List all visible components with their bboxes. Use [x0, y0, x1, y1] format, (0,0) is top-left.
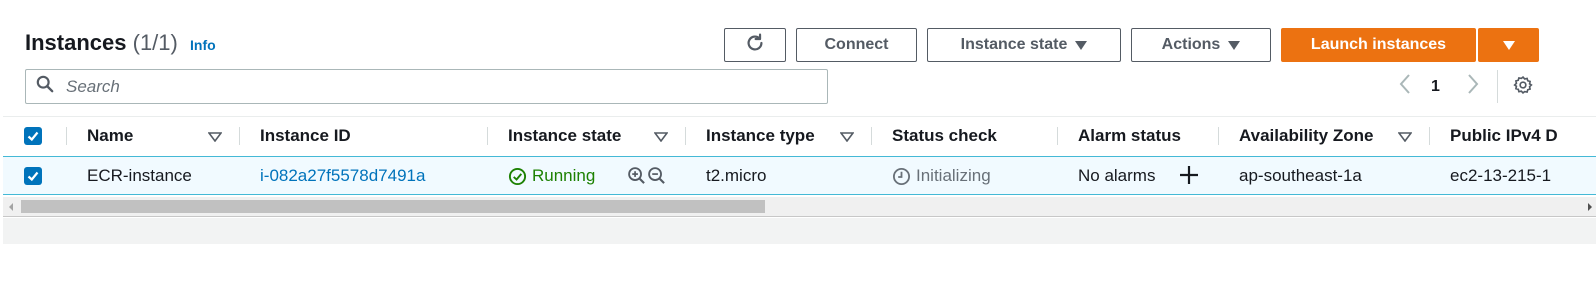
instance-state-label: Instance state	[960, 36, 1068, 53]
column-divider	[239, 127, 240, 145]
zoom-out-icon[interactable]	[647, 166, 666, 185]
column-divider	[66, 127, 67, 145]
column-divider	[1218, 127, 1219, 145]
cell-instance-state: Running	[508, 166, 595, 186]
divider	[1497, 70, 1498, 103]
column-header-instance-type[interactable]: Instance type	[706, 126, 815, 146]
page-number[interactable]: 1	[1431, 74, 1440, 100]
cell-availability-zone: ap-southeast-1a	[1239, 166, 1362, 185]
check-icon	[27, 131, 39, 142]
column-divider	[685, 127, 686, 145]
column-header-public-ipv4[interactable]: Public IPv4 D	[1450, 126, 1558, 146]
previous-page-icon[interactable]	[1398, 73, 1412, 101]
connect-label: Connect	[824, 36, 889, 53]
pagination	[1398, 74, 1412, 100]
horizontal-scrollbar[interactable]	[3, 197, 1596, 217]
scroll-left-icon[interactable]	[9, 203, 13, 211]
search-box[interactable]	[25, 69, 828, 104]
cell-status-check: Initializing	[892, 166, 991, 186]
instance-state-dropdown[interactable]: Instance state	[927, 28, 1121, 62]
current-page[interactable]: 1	[1431, 78, 1440, 96]
status-check-text: Initializing	[916, 166, 991, 185]
column-header-availability-zone[interactable]: Availability Zone	[1239, 126, 1373, 146]
select-all-checkbox[interactable]	[24, 127, 42, 145]
preferences-button[interactable]	[1513, 74, 1533, 100]
cell-alarm-status: No alarms	[1078, 166, 1156, 185]
launch-instances-button[interactable]: Launch instances	[1281, 28, 1476, 62]
cell-public-ipv4: ec2-13-215-1	[1450, 166, 1552, 185]
column-divider	[487, 127, 488, 145]
actions-dropdown[interactable]: Actions	[1131, 28, 1271, 62]
column-divider	[1057, 127, 1058, 145]
column-divider	[871, 127, 872, 145]
scrollbar-thumb[interactable]	[21, 200, 765, 213]
caret-down-icon	[1228, 40, 1241, 50]
launch-instances-label: Launch instances	[1310, 36, 1447, 53]
panel-footer	[3, 218, 1596, 244]
launch-instances-menu-button[interactable]	[1478, 28, 1539, 62]
column-header-name[interactable]: Name	[87, 126, 133, 146]
column-header-alarm-status[interactable]: Alarm status	[1078, 126, 1181, 146]
column-divider	[1429, 127, 1430, 145]
column-header-instance-id[interactable]: Instance ID	[260, 126, 351, 146]
next-page[interactable]	[1466, 74, 1480, 100]
check-icon	[27, 171, 39, 182]
column-header-status-check[interactable]: Status check	[892, 126, 997, 146]
page-title: Instances (1/1) Info	[25, 30, 216, 56]
refresh-button[interactable]	[724, 28, 786, 62]
refresh-icon	[744, 32, 766, 59]
cell-name: ECR-instance	[87, 166, 192, 185]
caret-down-icon	[1075, 40, 1088, 50]
zoom-in-icon[interactable]	[627, 166, 646, 185]
zoom-controls	[627, 166, 666, 185]
caret-down-icon	[1502, 40, 1515, 50]
row-checkbox[interactable]	[24, 167, 42, 185]
instance-state-text: Running	[532, 166, 596, 185]
success-check-icon	[508, 167, 527, 185]
gear-icon	[1513, 75, 1533, 100]
add-alarm-icon[interactable]	[1178, 164, 1200, 191]
cell-instance-type: t2.micro	[706, 166, 767, 185]
connect-button[interactable]: Connect	[796, 28, 917, 62]
search-icon	[36, 75, 54, 98]
search-input[interactable]	[64, 75, 808, 98]
instance-id-link[interactable]: i-082a27f5578d7491a	[260, 166, 425, 186]
table-top-border	[3, 116, 1596, 117]
instance-count: (1/1)	[132, 30, 178, 55]
next-page-icon[interactable]	[1466, 73, 1480, 101]
column-header-instance-state[interactable]: Instance state	[508, 126, 621, 146]
info-link[interactable]: Info	[190, 37, 216, 53]
scroll-right-icon[interactable]	[1588, 203, 1592, 211]
title-text: Instances	[25, 30, 127, 55]
actions-label: Actions	[1161, 36, 1221, 53]
clock-icon	[892, 167, 911, 185]
